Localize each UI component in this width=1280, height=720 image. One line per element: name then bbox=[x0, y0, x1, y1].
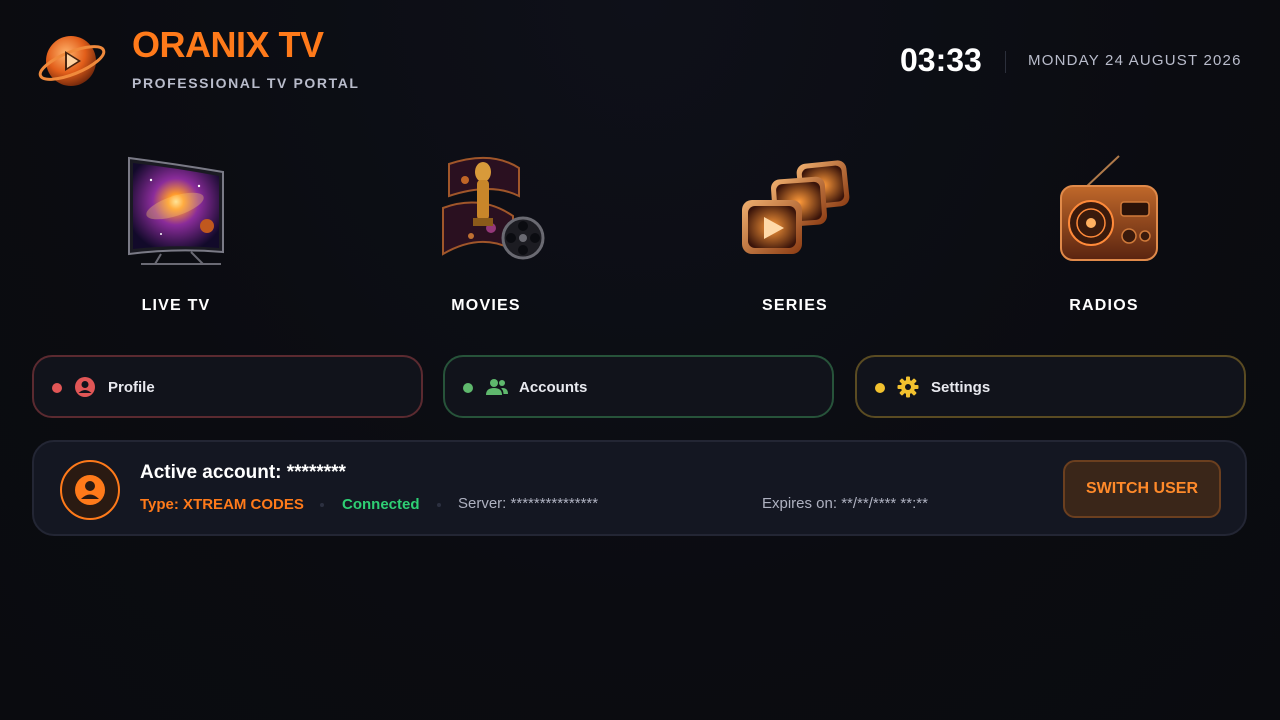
tile-label: LIVE TV bbox=[141, 297, 211, 314]
account-type: Type: XTREAM CODES bbox=[140, 496, 304, 513]
users-group-icon bbox=[485, 376, 508, 398]
planet-play-logo-icon bbox=[36, 32, 108, 90]
status-dot bbox=[875, 383, 885, 393]
date: MONDAY 24 AUGUST 2026 bbox=[1028, 52, 1242, 69]
stacked-play-screens-icon bbox=[730, 150, 860, 270]
tile-label: SERIES bbox=[762, 297, 828, 314]
accounts-label: Accounts bbox=[519, 379, 588, 396]
status-dot bbox=[463, 383, 473, 393]
header: ORANIX TV PROFESSIONAL TV PORTAL 03:33 M… bbox=[0, 0, 1280, 120]
tile-radios[interactable]: RADIOS bbox=[984, 140, 1224, 330]
settings-button[interactable]: Settings bbox=[855, 355, 1246, 418]
gear-icon bbox=[897, 376, 919, 398]
separator-dot bbox=[437, 503, 441, 507]
server-info: Server: *************** bbox=[458, 495, 599, 512]
settings-label: Settings bbox=[931, 379, 991, 396]
clock: 03:33 bbox=[900, 42, 982, 78]
tile-movies[interactable]: MOVIES bbox=[366, 140, 606, 330]
tile-series[interactable]: SERIES bbox=[675, 140, 915, 330]
tile-label: RADIOS bbox=[1069, 297, 1139, 314]
app-title: ORANIX TV bbox=[132, 24, 324, 65]
switch-user-button[interactable]: SWITCH USER bbox=[1063, 460, 1221, 518]
header-divider bbox=[1005, 51, 1006, 73]
curved-tv-galaxy-icon bbox=[111, 150, 241, 270]
separator-dot bbox=[320, 503, 324, 507]
status-dot bbox=[52, 383, 62, 393]
app-subtitle: PROFESSIONAL TV PORTAL bbox=[132, 75, 360, 91]
user-circle-icon bbox=[74, 376, 96, 398]
user-circle-icon bbox=[60, 460, 120, 520]
connection-status: Connected bbox=[342, 496, 420, 513]
active-account-card: Active account: ******** Type: XTREAM CO… bbox=[32, 440, 1247, 536]
accounts-button[interactable]: Accounts bbox=[443, 355, 834, 418]
profile-button[interactable]: Profile bbox=[32, 355, 423, 418]
tile-label: MOVIES bbox=[451, 297, 521, 314]
active-account-title: Active account: ******** bbox=[140, 462, 346, 483]
profile-label: Profile bbox=[108, 379, 155, 396]
expiry-info: Expires on: **/**/**** **:** bbox=[762, 495, 928, 512]
film-reel-trophy-icon bbox=[421, 150, 551, 270]
tile-live-tv[interactable]: LIVE TV bbox=[56, 140, 296, 330]
vintage-radio-icon bbox=[1039, 150, 1169, 270]
